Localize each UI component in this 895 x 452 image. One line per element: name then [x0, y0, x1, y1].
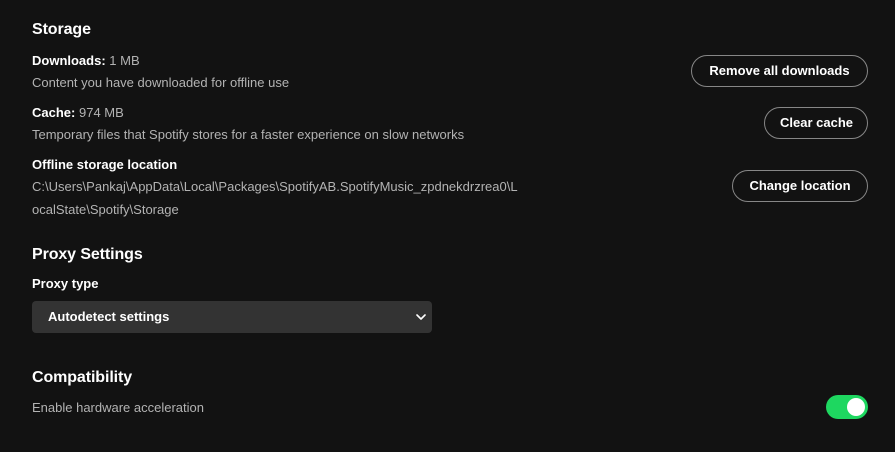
cache-label-text: Cache: [32, 105, 76, 120]
compatibility-heading: Compatibility [32, 369, 133, 386]
toggle-knob [847, 398, 865, 416]
cache-size: 974 MB [78, 105, 124, 120]
downloads-label-text: Downloads: [32, 53, 106, 68]
clear-cache-button[interactable]: Clear cache [764, 107, 868, 139]
change-location-button[interactable]: Change location [732, 170, 868, 202]
proxy-type-selected-value: Autodetect settings [48, 309, 170, 324]
downloads-size: 1 MB [109, 53, 140, 68]
chevron-down-icon [416, 314, 426, 320]
offline-location-path-line-1: C:\Users\Pankaj\AppData\Local\Packages\S… [32, 179, 518, 194]
offline-location-label: Offline storage location [32, 157, 178, 172]
hardware-acceleration-label: Enable hardware acceleration [32, 400, 204, 415]
remove-all-downloads-button[interactable]: Remove all downloads [691, 55, 868, 87]
cache-description: Temporary files that Spotify stores for … [32, 127, 465, 142]
downloads-description: Content you have downloaded for offline … [32, 75, 290, 90]
cache-label: Cache: 974 MB [32, 105, 124, 120]
storage-heading: Storage [32, 21, 91, 38]
proxy-type-select[interactable]: Autodetect settings [32, 301, 432, 333]
downloads-label: Downloads: 1 MB [32, 53, 140, 68]
offline-location-path-line-2: ocalState\Spotify\Storage [32, 202, 179, 217]
proxy-type-label: Proxy type [32, 276, 99, 291]
proxy-heading: Proxy Settings [32, 246, 143, 263]
hardware-acceleration-toggle[interactable] [826, 395, 868, 419]
